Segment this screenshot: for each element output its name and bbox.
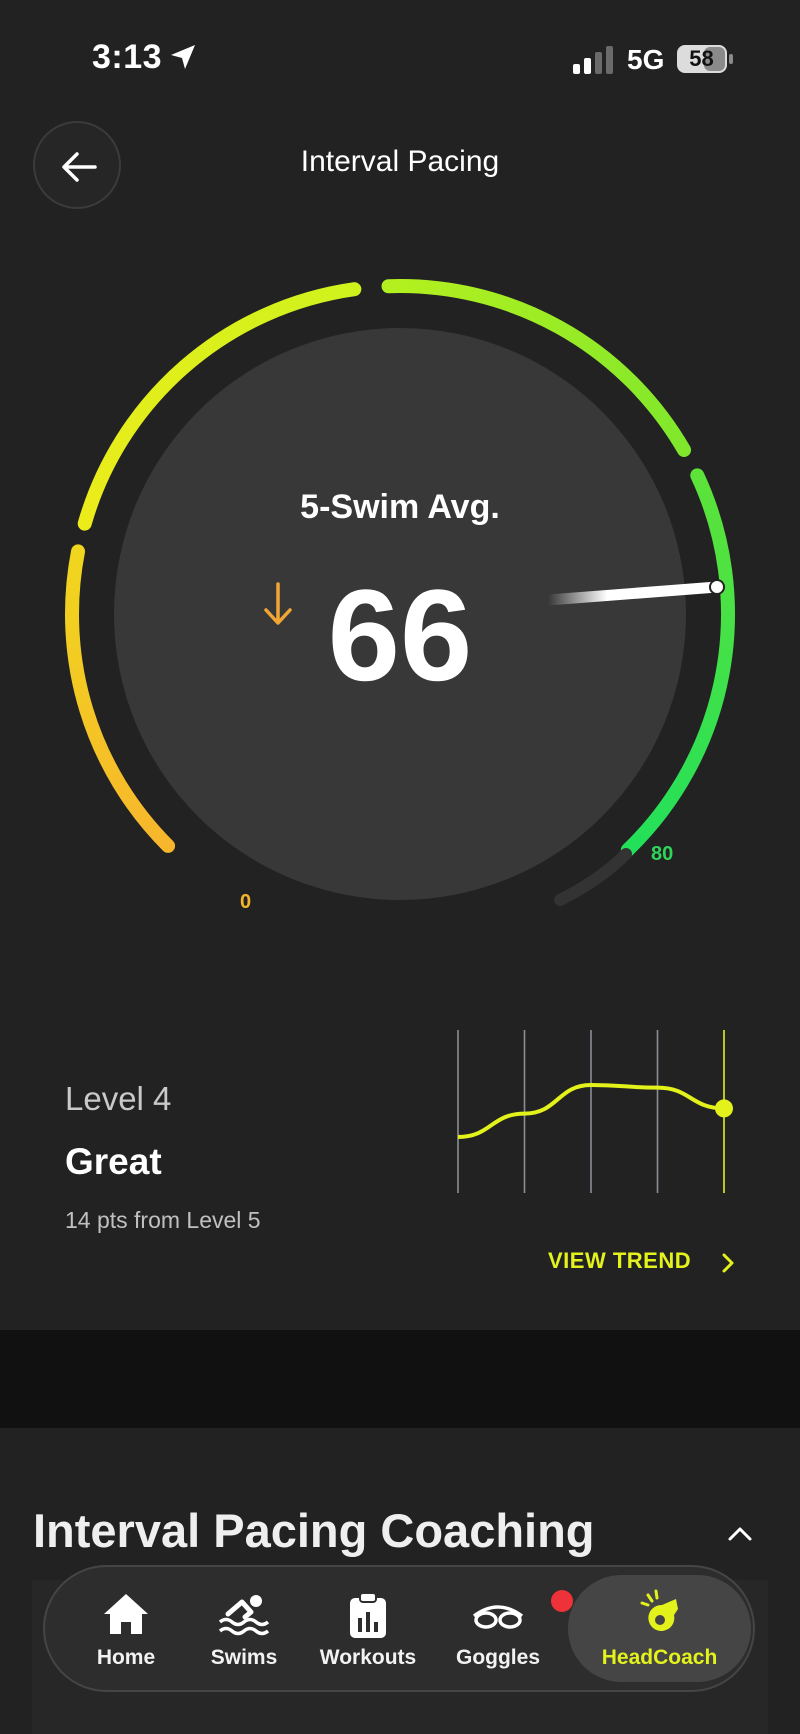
chevron-right-icon[interactable] — [720, 1252, 736, 1274]
coaching-section-title: Interval Pacing Coaching — [33, 1504, 595, 1557]
gauge-score-value: 66 — [327, 562, 473, 708]
level-rating: Great — [65, 1141, 162, 1182]
tab-home[interactable]: Home — [67, 1567, 185, 1690]
location-arrow-icon — [171, 45, 195, 69]
level-number: Level 4 — [65, 1080, 172, 1117]
trend-latest-point — [715, 1099, 733, 1118]
tab-headcoach[interactable]: HeadCoach — [568, 1567, 751, 1690]
tab-goggles[interactable]: Goggles — [433, 1567, 563, 1690]
bottom-tab-bar: Home Swims Workouts Goggles HeadCoach — [43, 1565, 755, 1692]
swimmer-icon — [218, 1595, 270, 1636]
section-divider — [0, 1330, 800, 1428]
tab-label: Workouts — [319, 1646, 417, 1669]
gauge-min-label: 0 — [240, 891, 252, 913]
tab-swims[interactable]: Swims — [185, 1567, 303, 1690]
trend-down-arrow-icon — [264, 582, 292, 625]
tab-label: Goggles — [455, 1646, 540, 1669]
tab-label: HeadCoach — [601, 1646, 718, 1669]
gauge-label: 5-Swim Avg. — [300, 488, 500, 526]
tab-label: Home — [96, 1646, 156, 1669]
status-time: 3:13 — [92, 38, 163, 76]
view-trend-link[interactable]: VIEW TREND — [548, 1248, 691, 1274]
tab-workouts[interactable]: Workouts — [303, 1567, 433, 1690]
goggles-icon — [472, 1605, 524, 1629]
battery-icon: 58 — [676, 44, 734, 74]
points-to-next-level: 14 pts from Level 5 — [65, 1207, 261, 1233]
whistle-icon — [640, 1589, 678, 1631]
network-type: 5G — [627, 44, 665, 75]
signal-strength-icon — [573, 46, 613, 74]
gauge-needle-knob — [709, 579, 725, 595]
home-icon — [104, 1594, 148, 1634]
page-title: Interval Pacing — [300, 145, 500, 178]
battery-level: 58 — [689, 46, 714, 71]
chevron-up-icon[interactable] — [726, 1523, 754, 1543]
status-bar: 3:13 5G 58 — [0, 0, 800, 110]
trend-sparkline — [457, 1030, 733, 1193]
gauge-empty-tail — [554, 848, 632, 906]
tab-label: Swims — [210, 1646, 278, 1669]
gauge-max-label: 80 — [651, 843, 674, 865]
clipboard-chart-icon — [350, 1592, 386, 1638]
